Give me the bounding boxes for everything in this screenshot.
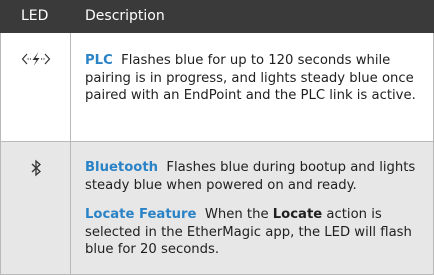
plc-description: PLC Flashes blue for up to 120 seconds w… — [85, 52, 425, 105]
locate-feature-description: Locate Feature When the Locate action is… — [85, 206, 425, 259]
header-description: Description — [85, 8, 165, 24]
plc-link-icon — [21, 52, 51, 66]
term-plc: PLC — [85, 53, 113, 68]
table-header: LED Description — [0, 0, 434, 33]
table-row-plc: PLC Flashes blue for up to 120 seconds w… — [0, 33, 434, 142]
bluetooth-icon — [31, 159, 41, 177]
table-row-bluetooth: Bluetooth Flashes blue during bootup and… — [0, 142, 434, 275]
bluetooth-description: Bluetooth Flashes blue during bootup and… — [85, 159, 425, 194]
header-led: LED — [21, 8, 49, 24]
term-bluetooth: Bluetooth — [85, 160, 159, 175]
locate-action-label: Locate — [272, 207, 323, 222]
column-divider — [70, 33, 71, 141]
led-description-table: LED Description PLC Flashes blue for up … — [0, 0, 434, 275]
column-divider — [70, 142, 71, 274]
locate-text-a: When the — [204, 207, 269, 222]
plc-text: Flashes blue for up to 120 seconds while… — [85, 53, 416, 103]
term-locate-feature: Locate Feature — [85, 207, 197, 222]
